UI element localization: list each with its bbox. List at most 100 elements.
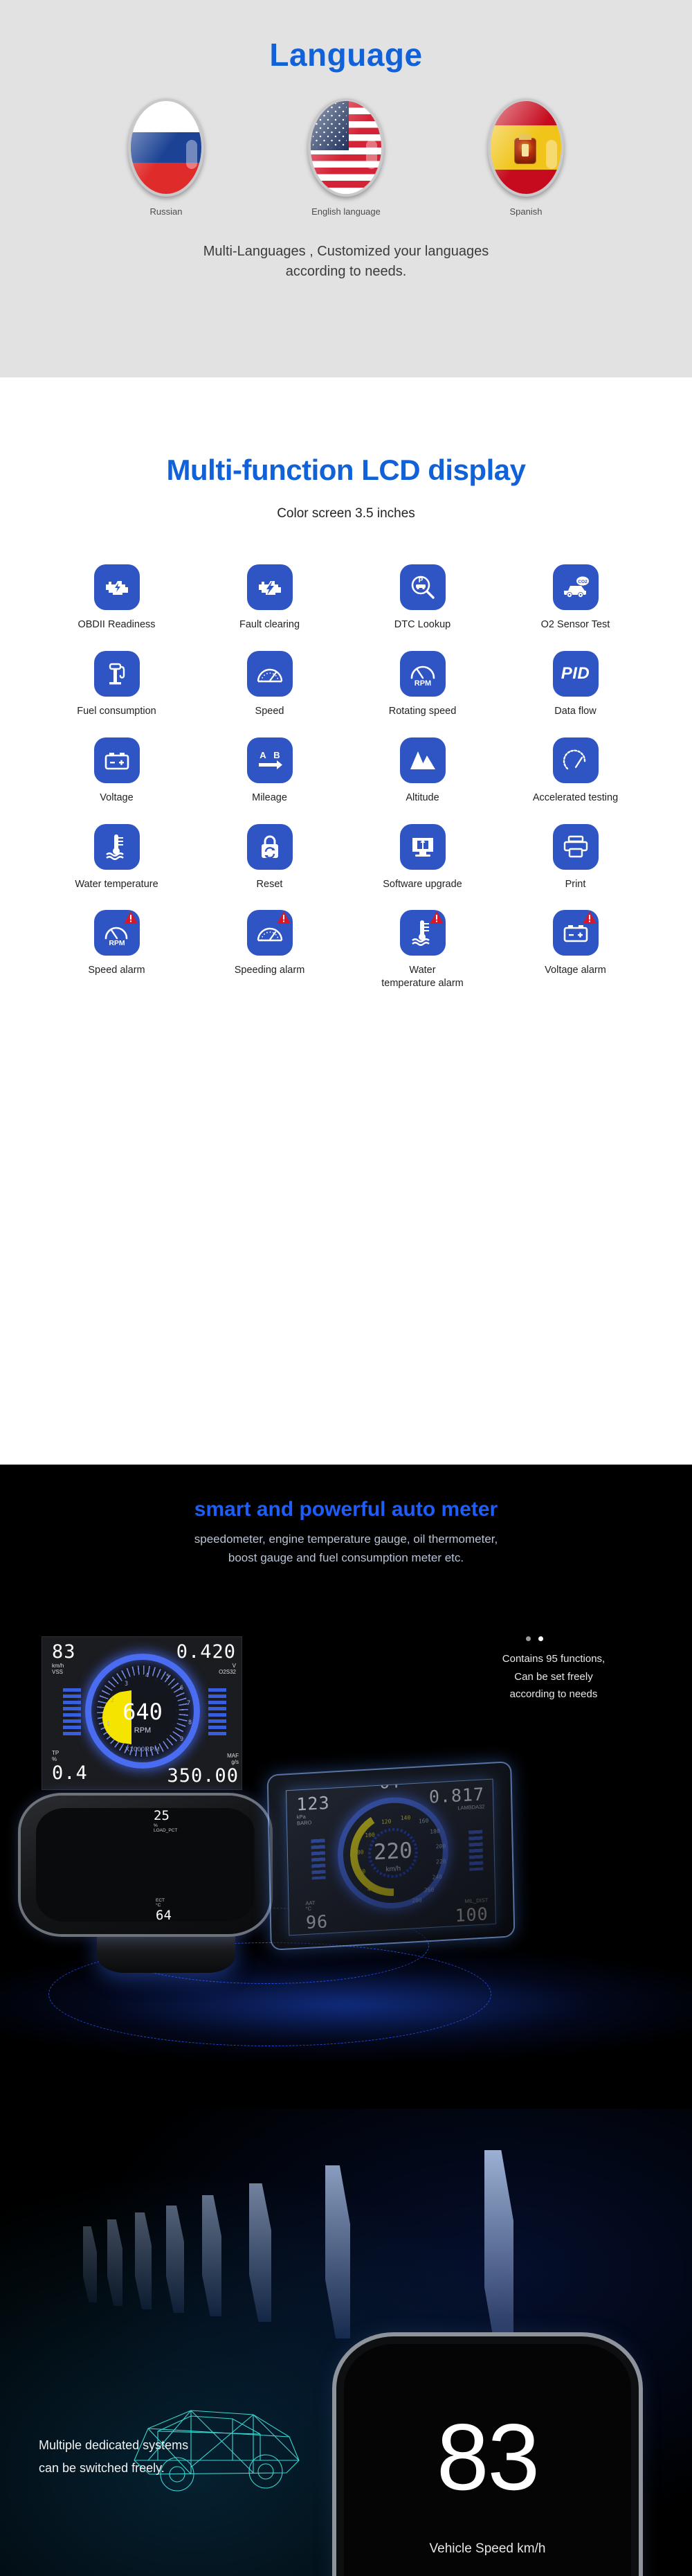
feature-speed[interactable]: Speed — [193, 650, 346, 718]
bottom-caption: Multiple dedicated systems can be switch… — [39, 2434, 267, 2480]
feature-water-temperature-alarm[interactable]: Water temperature alarm — [346, 910, 499, 990]
printer-icon — [552, 823, 599, 870]
auto-meter-subtitle-line1: speedometer, engine temperature gauge, o… — [194, 1532, 498, 1546]
rpm-gauge-icon: RPM — [399, 650, 446, 697]
info-line-3: according to needs — [509, 1688, 598, 1700]
lcd-section-title: Multi-function LCD display — [166, 454, 526, 486]
feature-label: Speed — [255, 705, 284, 717]
rpm-tick: 2 — [111, 1697, 115, 1704]
chevron-arrow — [249, 2183, 271, 2322]
chevron-arrow — [107, 2219, 122, 2306]
feature-speed-alarm[interactable]: RPM Speed alarm — [40, 910, 193, 990]
panel-a-tp: TP % 0.4 — [52, 1750, 88, 1784]
flag-item-spanish: Spanish — [464, 98, 588, 217]
feature-label: Reset — [256, 878, 283, 890]
car-co2-icon: CO2 — [552, 564, 599, 610]
auto-meter-title: smart and powerful auto meter — [194, 1498, 498, 1521]
feature-voltage-alarm[interactable]: Voltage alarm — [499, 910, 652, 990]
carousel-dots[interactable] — [526, 1636, 543, 1641]
warning-triangle-icon — [582, 911, 597, 924]
magnifier-parking-icon: P — [399, 564, 446, 610]
auto-meter-subtitle: speedometer, engine temperature gauge, o… — [0, 1530, 692, 1567]
engine-check-icon — [93, 564, 140, 610]
feature-o2-sensor-test[interactable]: CO2 O2 Sensor Test — [499, 564, 652, 632]
lower-product-scene: Multiple dedicated systems can be switch… — [0, 2109, 692, 2576]
rpm-gauge-rear: 640 RPM X1000RPM 1 2 3 4 5 6 7 8 9 — [85, 1654, 200, 1769]
feature-rotating-speed[interactable]: RPM Rotating speed — [346, 650, 499, 718]
pid-glyph: PID — [561, 663, 590, 683]
feature-label: Voltage alarm — [545, 965, 606, 976]
speedometer-alarm-icon — [246, 910, 293, 956]
rpm-alarm-icon: RPM — [93, 910, 140, 956]
carousel-dot-2[interactable] — [538, 1636, 543, 1641]
chevron-arrow — [484, 2150, 513, 2358]
feature-data-flow[interactable]: PID Data flow — [499, 650, 652, 718]
panel-a-vss: 83 km/h VSS — [52, 1641, 76, 1675]
flag-item-russian: Russian — [104, 98, 228, 217]
feature-icon-grid: OBDII Readiness Fault clearing P DTC Loo… — [0, 564, 692, 990]
feature-mileage[interactable]: A B Mileage — [193, 737, 346, 805]
feature-print[interactable]: Print — [499, 823, 652, 891]
feature-label: Voltage — [100, 791, 134, 803]
feature-accelerated-testing[interactable]: Accelerated testing — [499, 737, 652, 805]
feature-water-temperature[interactable]: Water temperature — [40, 823, 193, 891]
feature-label: Altitude — [406, 791, 439, 803]
rpm-tick: 5 — [166, 1674, 170, 1681]
final-speed-value: 83 — [436, 2404, 540, 2510]
svg-text:P: P — [418, 577, 423, 584]
usa-flag-icon — [308, 98, 384, 197]
language-caption: Multi-Languages , Customized your langua… — [0, 242, 692, 282]
panel-left-ect: ECT °C 64 — [156, 1898, 172, 1923]
feature-label: O2 Sensor Test — [540, 619, 610, 630]
rpm-tick: 1 — [107, 1721, 111, 1728]
warning-triangle-icon — [429, 911, 444, 924]
rpm-tick: 4 — [145, 1672, 149, 1679]
flag-label-spanish: Spanish — [509, 206, 543, 217]
feature-speeding-alarm[interactable]: Speeding alarm — [193, 910, 346, 990]
feature-label: Mileage — [252, 791, 287, 803]
feature-label: Accelerated testing — [532, 791, 619, 803]
bottom-caption-line1: Multiple dedicated systems — [39, 2438, 189, 2452]
feature-voltage[interactable]: Voltage — [40, 737, 193, 805]
flag-label-english: English language — [311, 206, 381, 217]
chevron-arrow — [83, 2226, 97, 2302]
feature-label: Fault clearing — [239, 619, 300, 630]
ect-unit: ECT °C — [156, 1898, 165, 1908]
feature-dtc-lookup[interactable]: P DTC Lookup — [346, 564, 499, 632]
final-device-screen: 83 Vehicle Speed km/h — [344, 2344, 631, 2576]
panel-a-vss-value: 83 — [52, 1641, 76, 1663]
lcd-section-subtitle: Color screen 3.5 inches — [277, 506, 415, 521]
pid-text-icon: PID — [552, 650, 599, 697]
carousel-dot-1[interactable] — [526, 1636, 531, 1641]
language-section: Language Russian English language Spanis… — [0, 0, 692, 377]
final-speed-label: Vehicle Speed km/h — [429, 2541, 546, 2556]
panel-a-tp-unit: TP % — [52, 1749, 60, 1762]
feature-software-upgrade[interactable]: Software upgrade — [346, 823, 499, 891]
panel-a-tp-value: 0.4 — [52, 1762, 88, 1784]
rpm-tick: 3 — [125, 1681, 129, 1688]
chevron-arrow — [135, 2212, 152, 2309]
panel-a-vss-unit: km/h VSS — [52, 1663, 64, 1676]
auto-meter-section: smart and powerful auto meter speedomete… — [0, 1465, 692, 2576]
svg-text:RPM: RPM — [414, 679, 430, 688]
svg-text:RPM: RPM — [109, 939, 125, 947]
auto-meter-subtitle-line2: boost gauge and fuel consumption meter e… — [228, 1551, 464, 1565]
feature-fault-clearing[interactable]: Fault clearing — [193, 564, 346, 632]
chevron-arrow — [166, 2206, 184, 2313]
info-line-1: Contains 95 functions, — [502, 1653, 606, 1665]
feature-altitude[interactable]: Altitude — [346, 737, 499, 805]
feature-obdii-readiness[interactable]: OBDII Readiness — [40, 564, 193, 632]
feature-label: Water temperature alarm — [381, 965, 464, 990]
flag-row: Russian English language Spanish — [0, 98, 692, 217]
feature-reset[interactable]: Reset — [193, 823, 346, 891]
bottom-caption-line2: can be switched freely. — [39, 2461, 165, 2476]
a-to-b-arrow-icon: A B — [246, 737, 293, 783]
flag-label-russian: Russian — [149, 206, 183, 217]
feature-fuel-consumption[interactable]: Fuel consumption — [40, 650, 193, 718]
panel-a-right-bargraph — [208, 1688, 226, 1737]
chevron-arrow — [325, 2165, 350, 2338]
panel-a-maf-value: 350.00 — [167, 1765, 239, 1787]
info-line-2: Can be set freely — [514, 1670, 593, 1683]
feature-label: Data flow — [554, 705, 597, 717]
svg-text:CO2: CO2 — [578, 580, 588, 584]
